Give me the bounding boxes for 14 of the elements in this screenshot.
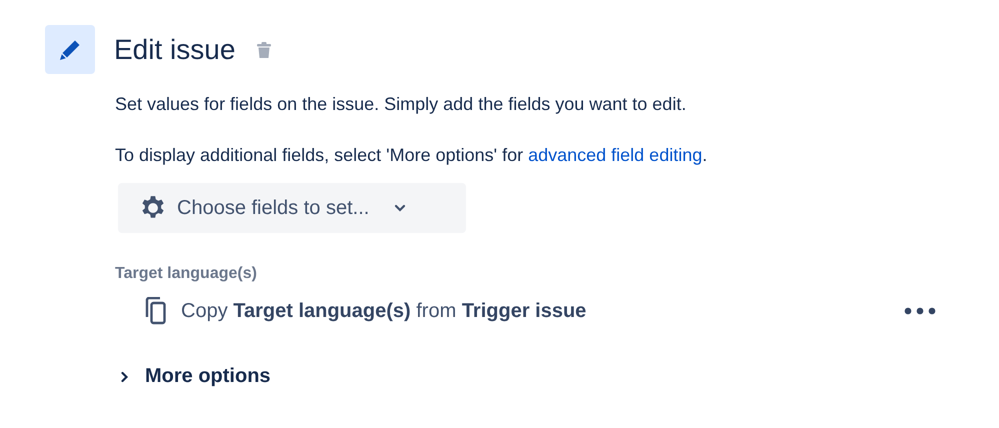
choose-fields-button[interactable]: Choose fields to set...: [118, 183, 466, 233]
copy-icon: [145, 297, 167, 325]
chevron-down-icon: [394, 204, 406, 212]
advanced-field-editing-link[interactable]: advanced field editing: [528, 145, 702, 165]
window-title: Edit issue: [114, 34, 236, 66]
more-icon[interactable]: [904, 307, 936, 315]
description-text: To display additional fields, select 'More options' for advanced field editing.: [115, 144, 708, 167]
description-text: Set values for fields on the issue. Simply add the fields you want to edit.: [115, 93, 688, 116]
chevron-right-icon: [120, 370, 130, 382]
more-options-toggle[interactable]: More options: [120, 365, 271, 388]
field-label: Target language(s): [115, 265, 258, 283]
gear-icon: [140, 195, 166, 221]
pencil-icon: [45, 25, 95, 74]
field-value: Copy Target language(s) from Trigger issue: [181, 300, 588, 322]
